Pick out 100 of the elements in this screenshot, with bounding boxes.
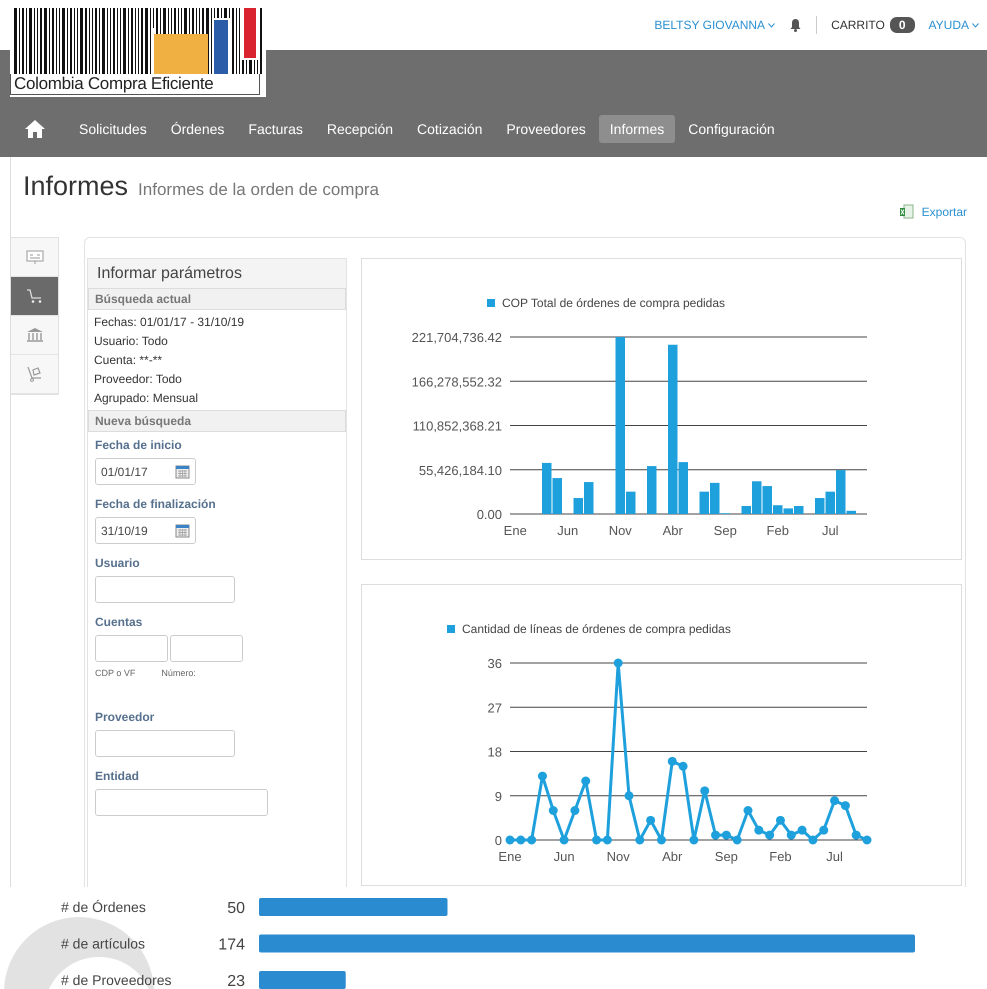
- search-summary-line: Agrupado: Mensual: [94, 391, 200, 405]
- nav-tab[interactable]: Configuración: [677, 115, 786, 143]
- data-point: [700, 786, 710, 796]
- axis-label: Nov: [606, 849, 630, 864]
- axis-label: 18: [488, 744, 502, 760]
- axis-label: Ene: [498, 849, 522, 864]
- data-point: [548, 806, 558, 815]
- help-menu[interactable]: AYUDA: [928, 18, 979, 32]
- field-label: Fecha de finalización: [95, 497, 217, 511]
- data-point: [614, 658, 623, 668]
- data-point: [765, 830, 774, 840]
- axis-label: Jul: [826, 849, 843, 864]
- data-point: [560, 836, 569, 844]
- search-summary-line: Cuenta: **-**: [94, 353, 164, 367]
- calendar-icon[interactable]: [175, 464, 190, 479]
- field-label: Fecha de inicio: [95, 438, 183, 452]
- axis-label: 166,278,552.32: [412, 374, 502, 390]
- data-point: [678, 762, 688, 771]
- data-point: [656, 836, 666, 844]
- axis-label: Feb: [769, 849, 792, 864]
- data-point: [570, 806, 580, 815]
- nav-tab[interactable]: Cotización: [406, 115, 494, 143]
- field-label: Proveedor: [95, 710, 156, 724]
- field-caption: CDP o VF: [95, 668, 136, 678]
- field-label: Cuentas: [95, 615, 144, 629]
- axis-label: 55,426,184.10: [418, 462, 502, 478]
- data-point: [798, 826, 807, 835]
- data-point: [776, 816, 785, 825]
- axis-label: 27: [488, 700, 502, 716]
- search-summary-line: Proveedor: Todo: [94, 372, 183, 386]
- nav-tab[interactable]: Recepción: [316, 115, 404, 143]
- caret-icon: [972, 22, 979, 28]
- data-point: [668, 756, 677, 766]
- legend-label: Cantidad de líneas de órdenes de compra pedidas: [462, 622, 731, 636]
- data-point: [786, 830, 796, 840]
- user-menu[interactable]: BELTSY GIOVANNA: [654, 18, 776, 32]
- axis-label: Abr: [662, 523, 683, 538]
- data-point: [624, 791, 634, 800]
- axis-label: 9: [494, 788, 502, 804]
- nav-tab[interactable]: Proveedores: [495, 115, 597, 143]
- board-icon: [26, 249, 44, 265]
- field-label: Entidad: [95, 769, 140, 783]
- data-point: [862, 836, 872, 844]
- data-point: [592, 836, 602, 844]
- axis-label: Nov: [608, 523, 632, 538]
- axis-label: Jul: [822, 523, 839, 538]
- side-tab[interactable]: [11, 238, 58, 277]
- input-field[interactable]: [95, 576, 235, 603]
- summary-value: 50: [227, 900, 245, 917]
- field-label: Usuario: [95, 556, 141, 570]
- input-field[interactable]: [95, 730, 235, 757]
- data-point: [754, 826, 764, 835]
- side-tab[interactable]: [11, 316, 58, 355]
- axis-label: Jun: [557, 523, 578, 538]
- data-point: [689, 836, 698, 844]
- date-field[interactable]: 01/01/17: [95, 458, 196, 485]
- hand-truck-icon: [26, 366, 44, 382]
- data-point: [732, 836, 742, 844]
- data-point: [538, 772, 547, 781]
- input-field[interactable]: [95, 789, 268, 816]
- axis-label: 0: [494, 833, 502, 848]
- spreadsheet-icon: [898, 204, 914, 219]
- summary-label: # de Órdenes: [61, 899, 146, 915]
- input-field[interactable]: [170, 635, 243, 662]
- data-point: [830, 796, 840, 806]
- axis-label: Abr: [662, 849, 682, 864]
- side-tab[interactable]: [11, 355, 58, 394]
- data-point: [527, 836, 536, 844]
- panel-title: Informar parámetros: [88, 258, 346, 288]
- export-link[interactable]: Exportar: [898, 204, 967, 219]
- home-icon[interactable]: [24, 119, 46, 139]
- nav-tab[interactable]: Facturas: [237, 115, 314, 143]
- axis-label: Sep: [714, 523, 737, 538]
- axis-label: 0.00: [476, 507, 502, 522]
- section-heading: Nueva búsqueda: [88, 410, 346, 432]
- input-field[interactable]: [95, 635, 168, 662]
- bar: [815, 498, 824, 514]
- axis-label: Sep: [714, 849, 738, 864]
- cart-label[interactable]: CARRITO: [831, 18, 885, 32]
- side-tab[interactable]: [11, 277, 58, 316]
- data-point: [581, 776, 590, 786]
- date-field[interactable]: 31/10/19: [95, 517, 196, 544]
- data-point: [602, 836, 612, 844]
- field-caption: Número:: [161, 668, 196, 678]
- bar: [647, 466, 656, 514]
- nav-tab[interactable]: Solicitudes: [68, 115, 158, 143]
- search-summary-line: Fechas: 01/01/17 - 31/10/19: [94, 315, 246, 329]
- legend-swatch: [487, 299, 495, 307]
- calendar-icon[interactable]: [175, 523, 190, 538]
- search-summary-line: Usuario: Todo: [94, 334, 169, 348]
- summary-label: # de Proveedores: [61, 972, 172, 988]
- data-point: [722, 830, 731, 840]
- nav-tab[interactable]: Informes: [598, 115, 676, 143]
- nav-tab[interactable]: Órdenes: [160, 115, 236, 143]
- axis-label: 36: [488, 656, 502, 671]
- data-point: [506, 836, 514, 844]
- bar: [700, 492, 709, 514]
- data-point: [744, 806, 752, 815]
- bell-icon[interactable]: [789, 18, 802, 32]
- axis-label: Ene: [504, 523, 527, 538]
